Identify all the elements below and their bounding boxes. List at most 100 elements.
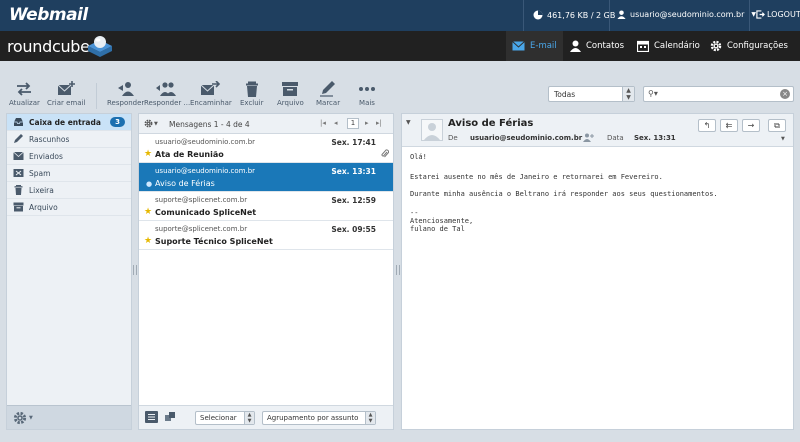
pencil-icon xyxy=(320,81,336,97)
more-label: Mais xyxy=(359,99,375,107)
folder-spam[interactable]: Spam xyxy=(7,165,131,182)
archive-button[interactable]: Arquivo xyxy=(277,81,304,107)
user-menu[interactable]: usuario@seudominio.com.br ▼ xyxy=(617,10,756,19)
forward-button[interactable]: Encaminhar xyxy=(190,81,232,107)
refresh-button[interactable]: Atualizar xyxy=(9,81,40,107)
select-dropdown[interactable]: Selecionar ▲ ▼ xyxy=(195,411,255,425)
tab-email[interactable]: E-mail xyxy=(506,31,563,61)
select-arrows-icon: ▲ ▼ xyxy=(622,87,634,101)
reply-all-button[interactable]: ⇇ xyxy=(720,119,738,132)
message-row[interactable]: usuario@seudominio.com.br Sex. 13:31 ● A… xyxy=(139,163,393,192)
nav-bar: roundcube E-mail Contatos Calendário Con… xyxy=(0,31,800,61)
gear-icon[interactable] xyxy=(13,411,27,425)
gear-icon[interactable] xyxy=(144,119,153,128)
folder-sent-label: Enviados xyxy=(29,151,63,161)
next-page-icon[interactable]: ▸ xyxy=(365,119,369,127)
message-list-footer: Selecionar ▲ ▼ Agrupamento por assunto ▲ ▼ xyxy=(139,405,393,429)
new-window-icon: ⧉ xyxy=(774,121,780,130)
roundcube-box-icon xyxy=(88,36,112,57)
tab-calendar-label: Calendário xyxy=(654,41,700,51)
divider xyxy=(96,83,97,109)
sender-address[interactable]: usuario@seudominio.com.br xyxy=(470,134,582,142)
collapse-header-icon[interactable]: ▼ xyxy=(406,119,411,126)
archive-label: Arquivo xyxy=(277,99,304,107)
search-icon: ⚲▾ xyxy=(648,89,658,98)
sent-icon xyxy=(13,151,24,160)
body-line: -- xyxy=(410,209,419,217)
last-page-icon[interactable]: ▸| xyxy=(376,119,382,127)
flag-star-icon[interactable]: ★ xyxy=(144,207,152,217)
more-icon xyxy=(359,87,375,91)
chevron-down-icon[interactable]: ▼ xyxy=(781,136,785,142)
select-dropdown-value: Selecionar xyxy=(200,414,237,422)
unread-dot-icon: ● xyxy=(146,180,153,188)
archive-icon xyxy=(13,202,24,212)
logout-button[interactable]: LOGOUT xyxy=(756,10,800,19)
folder-actions-bar: ▼ xyxy=(7,405,131,429)
list-view-icon[interactable] xyxy=(145,411,158,423)
reply-button[interactable]: Responder xyxy=(107,81,144,107)
message-subject: Aviso de Férias xyxy=(155,179,215,188)
more-button[interactable]: Mais xyxy=(358,81,376,107)
select-arrows-icon: ▲ ▼ xyxy=(365,412,375,424)
preview-subject: Aviso de Férias xyxy=(448,118,534,129)
body-line: Olá! xyxy=(410,153,427,161)
filter-select-value: Todas xyxy=(554,90,576,99)
pie-chart-icon xyxy=(533,10,543,20)
message-row[interactable]: suporte@splicenet.com.br Sex. 12:59 ★ Co… xyxy=(139,192,393,221)
flag-star-icon[interactable]: ★ xyxy=(144,236,152,246)
forward-icon: → xyxy=(747,121,755,130)
prev-page-icon[interactable]: ◂ xyxy=(334,119,338,127)
tab-contacts[interactable]: Contatos xyxy=(564,31,630,61)
splitter-handle[interactable] xyxy=(133,265,137,275)
spam-icon xyxy=(13,169,24,177)
delete-label: Excluir xyxy=(240,99,264,107)
tab-settings[interactable]: Configurações xyxy=(704,31,794,61)
message-from: suporte@splicenet.com.br xyxy=(155,196,248,204)
message-row[interactable]: usuario@seudominio.com.br Sex. 17:41 ★ A… xyxy=(139,134,393,163)
threading-dropdown[interactable]: Agrupamento por assunto ▲ ▼ xyxy=(262,411,376,425)
folder-drafts[interactable]: Rascunhos xyxy=(7,131,131,148)
date-label: Data xyxy=(607,134,624,142)
chevron-down-icon: ▼ xyxy=(29,415,33,421)
delete-button[interactable]: Excluir xyxy=(240,81,264,107)
splitter-handle[interactable] xyxy=(396,265,400,275)
message-date: Sex. 13:31 xyxy=(331,167,376,176)
message-count: Mensagens 1 - 4 de 4 xyxy=(169,120,250,129)
refresh-label: Atualizar xyxy=(9,99,40,107)
message-row[interactable]: suporte@splicenet.com.br Sex. 09:55 ★ Su… xyxy=(139,221,393,250)
first-page-icon[interactable]: |◂ xyxy=(320,119,326,127)
thread-view-icon[interactable] xyxy=(165,412,176,422)
folder-inbox[interactable]: Caixa de entrada 3 xyxy=(7,114,131,131)
reply-all-button[interactable]: Responder ... xyxy=(144,81,190,107)
folder-sent[interactable]: Enviados xyxy=(7,148,131,165)
body-line: fulano de Tal xyxy=(410,225,465,233)
forward-icon xyxy=(200,81,221,95)
compose-label: Criar email xyxy=(47,99,86,107)
reply-all-label: Responder ... xyxy=(144,99,191,107)
tab-calendar[interactable]: Calendário xyxy=(631,31,706,61)
message-date: Sex. 09:55 xyxy=(331,225,376,234)
clear-search-icon[interactable]: × xyxy=(780,89,790,99)
message-date: Sex. 12:59 xyxy=(331,196,376,205)
search-input[interactable]: ⚲▾ × xyxy=(643,86,794,102)
forward-button[interactable]: → xyxy=(742,119,760,132)
reply-button[interactable]: ↰ xyxy=(698,119,716,132)
compose-button[interactable]: Criar email xyxy=(47,81,85,107)
person-icon xyxy=(570,40,581,52)
mark-button[interactable]: Marcar xyxy=(316,81,340,107)
folder-trash[interactable]: Lixeira xyxy=(7,182,131,199)
folder-archive-label: Arquivo xyxy=(29,202,58,212)
folder-archive[interactable]: Arquivo xyxy=(7,199,131,216)
folder-inbox-label: Caixa de entrada xyxy=(29,117,101,127)
open-window-button[interactable]: ⧉ xyxy=(768,119,786,132)
logout-label: LOGOUT xyxy=(767,10,800,19)
flag-star-icon[interactable]: ★ xyxy=(144,149,152,159)
logout-icon xyxy=(756,10,765,19)
page-number[interactable]: 1 xyxy=(347,118,359,129)
message-from: suporte@splicenet.com.br xyxy=(155,225,248,233)
filter-select[interactable]: Todas ▲ ▼ xyxy=(548,86,635,102)
divider xyxy=(523,0,524,31)
message-list-header: ▼ Mensagens 1 - 4 de 4 |◂ ◂ 1 ▸ ▸| xyxy=(139,114,393,134)
add-contact-icon[interactable] xyxy=(583,133,594,142)
